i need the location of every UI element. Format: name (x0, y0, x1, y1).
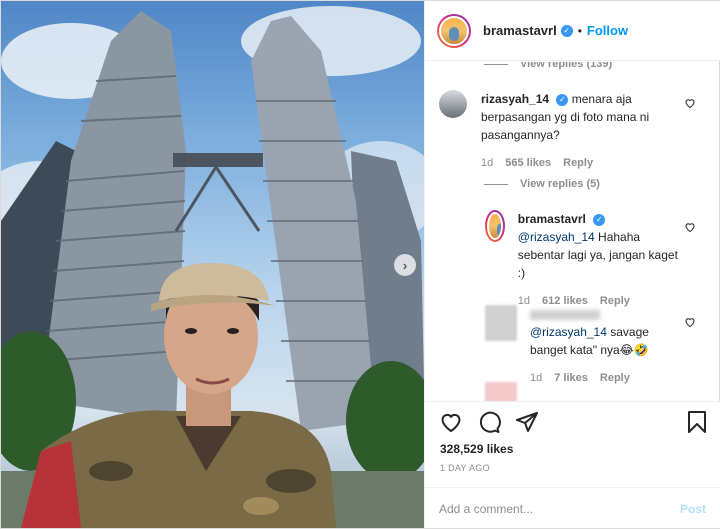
chevron-right-icon: › (402, 257, 408, 273)
post-button[interactable]: Post (680, 502, 706, 516)
post-date[interactable]: 1 DAY AGO (440, 463, 490, 473)
comment-box: Add a comment... Post (425, 487, 720, 529)
comment-age: 1d (481, 157, 494, 169)
reply-avatar[interactable] (485, 305, 517, 341)
comment-input[interactable]: Add a comment... (439, 502, 533, 516)
reply-button[interactable]: Reply (600, 369, 630, 387)
reply-avatar-partial (485, 382, 517, 402)
verified-icon: ✓ (560, 24, 573, 37)
commenter-avatar[interactable] (439, 90, 467, 118)
like-comment-icon[interactable] (684, 97, 696, 109)
reply-mention[interactable]: @rizasyah_14 (518, 230, 595, 244)
verified-icon: ✓ (593, 213, 606, 226)
heart-icon[interactable] (439, 410, 463, 434)
comments-list[interactable]: View replies (139) rizasyah_14 ✓ menara … (425, 62, 720, 402)
verified-icon: ✓ (556, 93, 569, 106)
reply-age: 1d (530, 372, 543, 384)
header-username[interactable]: bramastavrl (483, 23, 557, 38)
header-separator: • (577, 23, 582, 38)
post-header: bramastavrl ✓ • Follow (425, 1, 720, 61)
reply-button[interactable]: Reply (563, 154, 593, 172)
comment-username[interactable]: rizasyah_14 (481, 92, 549, 106)
reply-username-blurred[interactable] (530, 309, 600, 320)
reply-avatar[interactable] (485, 210, 505, 242)
follow-button[interactable]: Follow (587, 23, 628, 38)
photo-illustration (1, 6, 424, 528)
side-panel: bramastavrl ✓ • Follow View replies (139… (424, 1, 720, 528)
view-replies-button[interactable]: View replies (5) (484, 178, 600, 190)
reply-mention[interactable]: @rizasyah_14 (530, 325, 607, 339)
like-comment-icon[interactable] (684, 316, 696, 328)
bookmark-icon[interactable] (686, 410, 708, 434)
like-comment-icon[interactable] (684, 221, 696, 233)
view-replies-top[interactable]: View replies (139) (484, 62, 612, 70)
comment-likes[interactable]: 565 likes (505, 154, 551, 172)
post-actions: 328,529 likes 1 DAY AGO Add a comment...… (425, 401, 720, 528)
share-icon[interactable] (515, 410, 539, 434)
next-photo-button[interactable]: › (394, 254, 416, 276)
reply-item: bramastavrl ✓ @rizasyah_14 Hahaha sebent… (485, 210, 685, 310)
reply-username[interactable]: bramastavrl (518, 212, 586, 226)
comment-icon[interactable] (477, 410, 501, 434)
avatar[interactable] (437, 13, 471, 48)
reply-likes[interactable]: 7 likes (554, 369, 588, 387)
comment-item: rizasyah_14 ✓ menara aja berpasangan yg … (439, 90, 699, 172)
like-count[interactable]: 328,529 likes (440, 442, 513, 456)
post-photo[interactable]: › (1, 1, 424, 528)
reply-item: @rizasyah_14 savage banget kata" nya😂🤣 1… (485, 305, 685, 387)
